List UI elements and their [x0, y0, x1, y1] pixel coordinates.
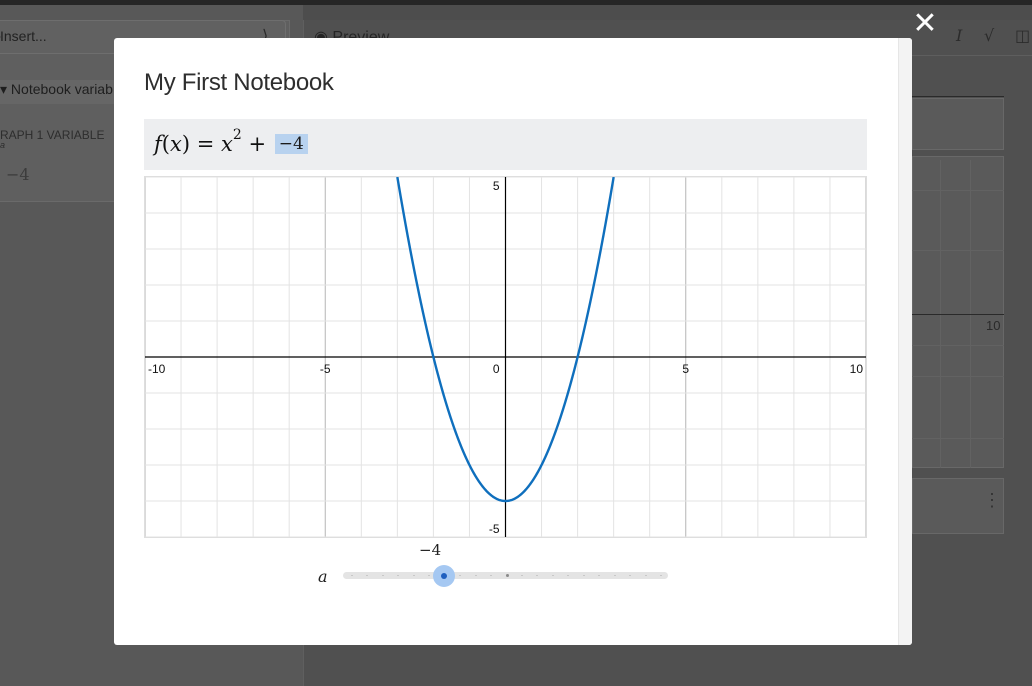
y-tick-label: -5: [489, 522, 500, 536]
equals-sign: =: [196, 132, 215, 156]
preview-divider: [912, 96, 1004, 97]
graph-canvas: -10 -5 0 5 10 5 -5: [144, 176, 867, 538]
y-tick-label: 5: [493, 179, 500, 193]
slider-tick: [582, 575, 585, 576]
formula-icon[interactable]: √: [984, 26, 994, 45]
preview-axis: [912, 314, 1004, 315]
x-tick-label: -10: [148, 362, 166, 376]
slider-tick: [397, 575, 400, 576]
slider-tick: [490, 575, 493, 576]
slider-tick: [598, 575, 601, 576]
function-expression: f(x) = x2 + −4: [154, 127, 308, 156]
slider-tick: [613, 575, 616, 576]
graph-variables-label: RAPH 1 VARIABLE: [0, 128, 105, 142]
parameter-value-chip[interactable]: −4: [274, 134, 308, 154]
function-graph[interactable]: -10 -5 0 5 10 5 -5: [144, 176, 867, 538]
slider-tick: [644, 575, 647, 576]
notebook-variables-label: ▾ Notebook variab: [0, 81, 113, 97]
notebook-modal: My First Notebook f(x) = x2 + −4 -10 -5 0 5…: [114, 38, 912, 645]
expression-base: x: [221, 132, 233, 156]
expression-row[interactable]: f(x) = x2 + −4: [144, 119, 867, 170]
expression-exponent: 2: [232, 127, 242, 143]
more-options-icon[interactable]: ⋮: [983, 490, 1001, 511]
x-tick-label: -5: [320, 362, 331, 376]
slider-tick: [551, 575, 554, 576]
layout-icon[interactable]: ◫: [1015, 26, 1030, 45]
slider-track[interactable]: [343, 572, 668, 579]
slider-tick: [459, 575, 462, 576]
preview-tick-label: 10: [986, 318, 1001, 333]
bg-grid-line: [912, 190, 1004, 191]
slider-tick: [505, 574, 509, 577]
slider-tick: [412, 575, 415, 576]
slider-tick: [428, 575, 431, 576]
preview-graph: [912, 156, 1004, 468]
slider-tick: [520, 575, 523, 576]
insert-placeholder: Insert...: [0, 28, 47, 44]
x-tick-label: 0: [493, 362, 500, 376]
close-icon[interactable]: ✕: [912, 9, 938, 39]
slider-thumb[interactable]: [432, 565, 455, 587]
function-name: f: [154, 132, 162, 156]
modal-scrollbar[interactable]: [898, 38, 912, 645]
preview-card: [912, 98, 1004, 150]
bg-grid-line: [912, 438, 1004, 439]
slider-variable-label: a: [318, 567, 328, 586]
slider-tick: [567, 575, 570, 576]
x-tick-label: 10: [850, 362, 864, 376]
graph-variable-name: a: [0, 140, 6, 150]
slider-tick: [381, 575, 384, 576]
x-tick-label: 5: [682, 362, 689, 376]
slider-tick: [536, 575, 539, 576]
page-title: My First Notebook: [144, 69, 334, 96]
plus-sign: +: [248, 132, 267, 156]
function-argument: x: [169, 132, 182, 156]
slider-tick: [474, 575, 477, 576]
slider-tick: [660, 575, 662, 576]
bg-grid-line: [912, 376, 1004, 377]
slider-tick: [351, 575, 353, 576]
slider-tick: [366, 575, 369, 576]
bg-grid-line: [912, 250, 1004, 251]
slider-value-label: −4: [419, 541, 442, 559]
bg-grid-line: [912, 345, 1004, 346]
slider-thumb-dot: [440, 573, 447, 579]
italic-icon[interactable]: I: [956, 26, 962, 45]
graph-variable-value: −4: [6, 165, 30, 184]
slider-tick: [629, 575, 632, 576]
